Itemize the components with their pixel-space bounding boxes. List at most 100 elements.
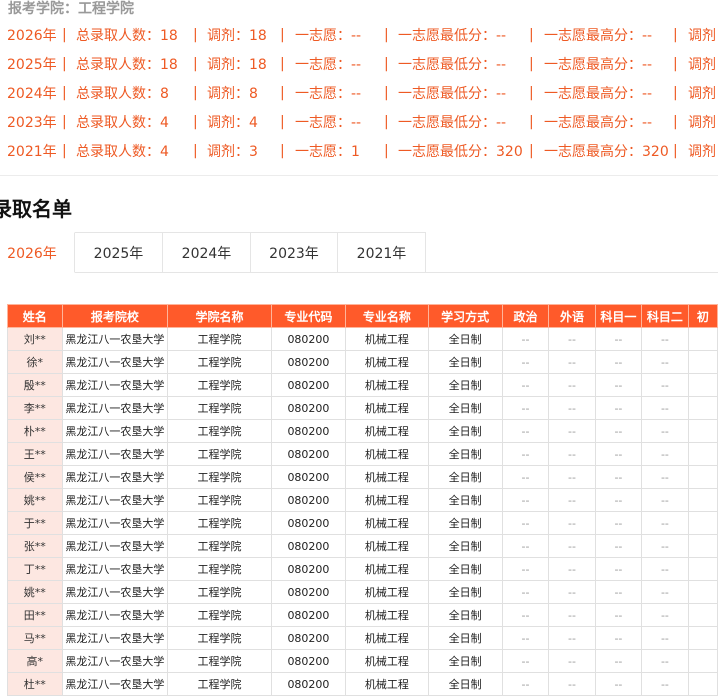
stat-first-value: -- bbox=[351, 56, 362, 73]
score-language: -- bbox=[548, 672, 596, 696]
tab-2023[interactable]: 2023年 bbox=[251, 232, 338, 273]
student-name: 马** bbox=[7, 626, 63, 650]
table-row: 姚** 黑龙江八一农垦大学 工程学院 080200 机械工程 全日制 -- -- -- -- bbox=[7, 580, 718, 604]
stat-adjust-truncated: 调剂 bbox=[688, 56, 716, 73]
stat-separator: | bbox=[384, 142, 389, 159]
tab-2026[interactable]: 2026年 bbox=[0, 232, 75, 273]
score-politics: -- bbox=[501, 488, 550, 512]
stat-adjust: 调剂：18 bbox=[207, 54, 267, 74]
tab-2024[interactable]: 2024年 bbox=[163, 232, 251, 273]
major-code: 080200 bbox=[270, 649, 347, 673]
student-name: 侯** bbox=[7, 465, 63, 489]
college-name: 工程学院 bbox=[167, 580, 272, 604]
college-name: 工程学院 bbox=[167, 350, 272, 374]
study-mode: 全日制 bbox=[427, 350, 503, 374]
stat-separator: | bbox=[384, 84, 389, 101]
major-code: 080200 bbox=[270, 327, 347, 351]
school-name: 黑龙江八一农垦大学 bbox=[61, 626, 169, 650]
table-row: 马** 黑龙江八一农垦大学 工程学院 080200 机械工程 全日制 -- -- -- -- bbox=[7, 626, 718, 650]
stat-year: 2025年 bbox=[7, 56, 57, 73]
stat-separator: | bbox=[673, 55, 678, 72]
school-name: 黑龙江八一农垦大学 bbox=[61, 534, 169, 558]
school-name: 黑龙江八一农垦大学 bbox=[61, 373, 169, 397]
tab-2025[interactable]: 2025年 bbox=[75, 232, 163, 273]
score-subject-2: -- bbox=[641, 672, 689, 696]
score-language: -- bbox=[548, 442, 596, 466]
score-initial bbox=[687, 373, 718, 397]
stat-separator: | bbox=[280, 84, 285, 101]
stat-adjust: 调剂：18 bbox=[207, 25, 267, 45]
column-header: 学院名称 bbox=[167, 304, 272, 328]
score-language: -- bbox=[548, 603, 596, 627]
stat-max-label: 一志愿最高分： bbox=[544, 114, 642, 131]
score-initial bbox=[687, 672, 718, 696]
college-value: 工程学院 bbox=[78, 1, 134, 17]
study-mode: 全日制 bbox=[427, 488, 503, 512]
student-name: 田** bbox=[7, 603, 63, 627]
school-name: 黑龙江八一农垦大学 bbox=[61, 419, 169, 443]
stat-separator: | bbox=[280, 55, 285, 72]
stat-first-max: 一志愿最高分：-- bbox=[544, 25, 652, 45]
stat-row: 2021年 | 总录取人数：4 | 调剂：3 | 一志愿：1 | 一志愿最低分：320 | 一志愿最… bbox=[0, 136, 718, 165]
stat-adjust: 调剂：4 bbox=[207, 112, 258, 132]
stat-first-max: 一志愿最高分：-- bbox=[544, 83, 652, 103]
stat-total-value: 4 bbox=[160, 114, 169, 131]
stat-separator: | bbox=[529, 113, 534, 130]
stat-max-value: -- bbox=[642, 85, 653, 102]
stat-adjust: 调剂：8 bbox=[207, 83, 258, 103]
score-subject-1: -- bbox=[594, 488, 643, 512]
score-subject-2: -- bbox=[641, 557, 689, 581]
column-header: 专业名称 bbox=[345, 304, 429, 328]
stat-max-label: 一志愿最高分： bbox=[544, 143, 642, 160]
score-subject-1: -- bbox=[594, 672, 643, 696]
column-header: 专业代码 bbox=[270, 304, 347, 328]
college-name: 工程学院 bbox=[167, 442, 272, 466]
stat-separator: | bbox=[384, 113, 389, 130]
score-subject-2: -- bbox=[641, 350, 689, 374]
table-row: 殷** 黑龙江八一农垦大学 工程学院 080200 机械工程 全日制 -- -- -- -- bbox=[7, 373, 718, 397]
score-initial bbox=[687, 488, 718, 512]
stat-separator: | bbox=[280, 142, 285, 159]
major-code: 080200 bbox=[270, 511, 347, 535]
score-initial bbox=[687, 626, 718, 650]
tab-2021[interactable]: 2021年 bbox=[338, 232, 426, 273]
major-name: 机械工程 bbox=[345, 557, 429, 581]
score-subject-2: -- bbox=[641, 396, 689, 420]
study-mode: 全日制 bbox=[427, 396, 503, 420]
score-subject-1: -- bbox=[594, 557, 643, 581]
stat-first-label: 一志愿： bbox=[295, 143, 351, 160]
stat-first-label: 一志愿： bbox=[295, 27, 351, 44]
stat-max-label: 一志愿最高分： bbox=[544, 27, 642, 44]
stat-row: 2023年 | 总录取人数：4 | 调剂：4 | 一志愿：-- | 一志愿最低分：-- | 一志愿最… bbox=[0, 107, 718, 136]
stat-total-label: 总录取人数： bbox=[76, 143, 160, 160]
score-language: -- bbox=[548, 511, 596, 535]
stat-max-value: -- bbox=[642, 114, 653, 131]
score-subject-2: -- bbox=[641, 626, 689, 650]
stat-total: 总录取人数：8 bbox=[76, 83, 169, 103]
stat-separator: | bbox=[62, 55, 67, 72]
score-language: -- bbox=[548, 396, 596, 420]
student-name: 姚** bbox=[7, 580, 63, 604]
stat-adjust-truncated: 调剂 bbox=[688, 114, 716, 131]
study-mode: 全日制 bbox=[427, 603, 503, 627]
stat-total-value: 4 bbox=[160, 143, 169, 160]
college-name: 工程学院 bbox=[167, 511, 272, 535]
score-subject-1: -- bbox=[594, 396, 643, 420]
major-name: 机械工程 bbox=[345, 672, 429, 696]
stat-adjust-label: 调剂： bbox=[207, 56, 249, 73]
college-name: 工程学院 bbox=[167, 373, 272, 397]
stat-separator: | bbox=[62, 113, 67, 130]
stat-row: 2024年 | 总录取人数：8 | 调剂：8 | 一志愿：-- | 一志愿最低分：-- | 一志愿最… bbox=[0, 78, 718, 107]
score-subject-1: -- bbox=[594, 465, 643, 489]
year-tabs: 2026年 2025年 2024年 2023年 2021年 bbox=[0, 232, 426, 273]
stat-separator: | bbox=[62, 84, 67, 101]
stat-min-label: 一志愿最低分： bbox=[398, 56, 496, 73]
stat-year: 2024年 bbox=[7, 85, 57, 102]
table-row: 李** 黑龙江八一农垦大学 工程学院 080200 机械工程 全日制 -- -- -- -- bbox=[7, 396, 718, 420]
school-name: 黑龙江八一农垦大学 bbox=[61, 672, 169, 696]
column-header: 初 bbox=[687, 304, 718, 328]
score-initial bbox=[687, 603, 718, 627]
college-name: 工程学院 bbox=[167, 626, 272, 650]
score-language: -- bbox=[548, 350, 596, 374]
stat-first-value: 1 bbox=[351, 143, 360, 160]
